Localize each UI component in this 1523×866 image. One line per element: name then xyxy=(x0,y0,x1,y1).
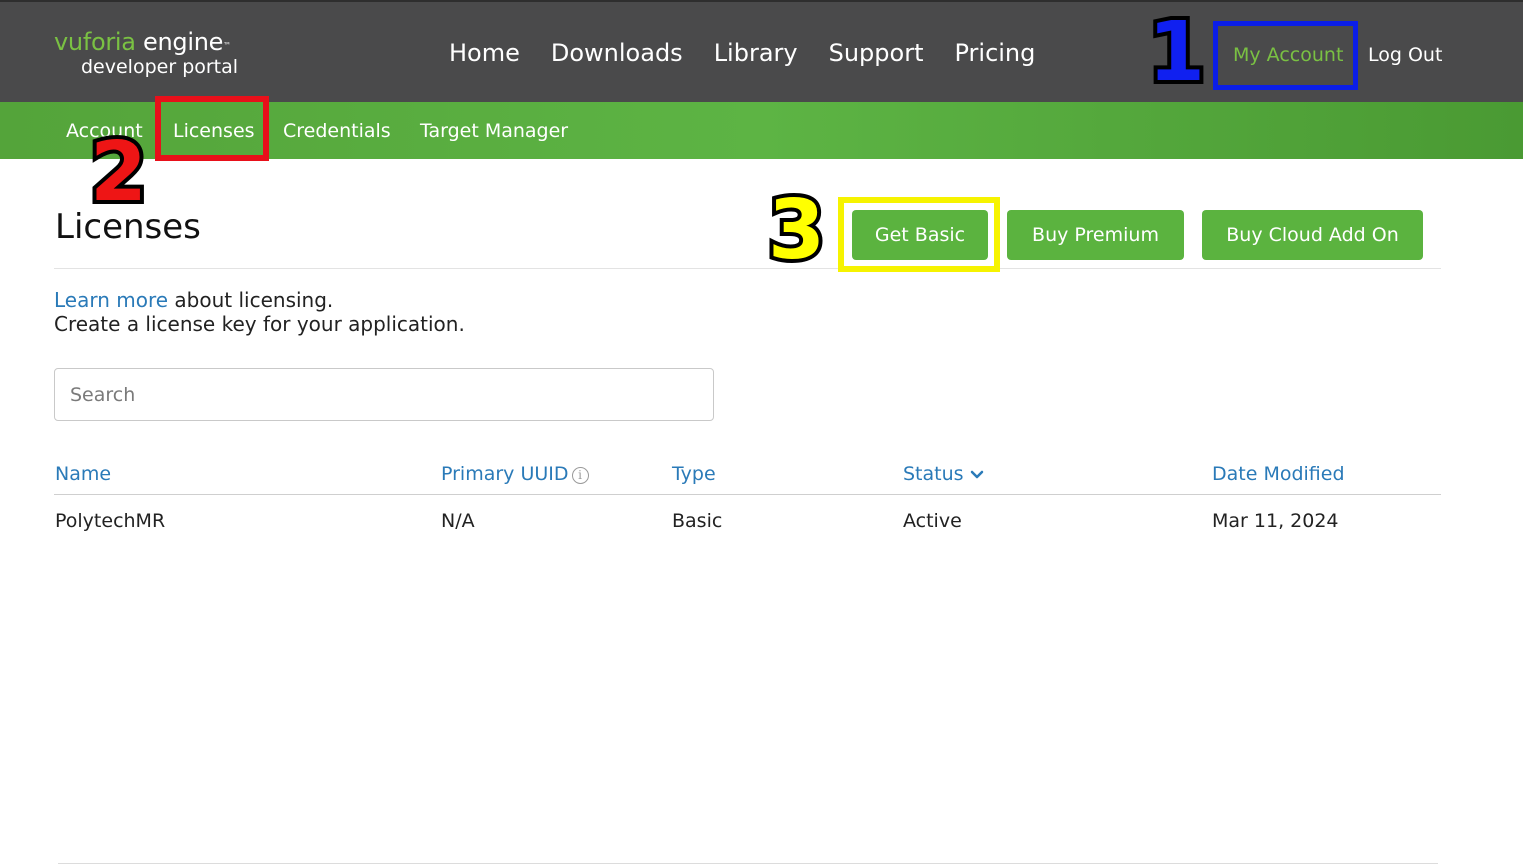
logo-tm-mark-2: ™ xyxy=(223,41,231,50)
nav-library[interactable]: Library xyxy=(714,38,798,68)
nav-pricing[interactable]: Pricing xyxy=(954,38,1035,68)
annotation-number-1: 1 xyxy=(1144,5,1209,100)
cell-type: Basic xyxy=(672,510,723,532)
footer-divider xyxy=(58,863,1438,864)
cell-name[interactable]: PolytechMR xyxy=(55,509,165,533)
column-header-primary-uuid[interactable]: Primary UUID i xyxy=(441,462,589,486)
buy-premium-button[interactable]: Buy Premium xyxy=(1007,210,1184,260)
logo-product: engine xyxy=(143,28,224,56)
column-header-primary-uuid-label: Primary UUID xyxy=(441,463,569,485)
top-header: vuforia™ engine™ developer portal Home D… xyxy=(0,0,1523,102)
my-account-link[interactable]: My Account xyxy=(1233,44,1343,66)
log-out-link[interactable]: Log Out xyxy=(1368,44,1442,66)
subnav-credentials[interactable]: Credentials xyxy=(283,119,391,143)
column-header-type[interactable]: Type xyxy=(672,462,716,486)
subnav-licenses[interactable]: Licenses xyxy=(173,119,255,143)
column-header-status[interactable]: Status xyxy=(903,462,984,486)
get-basic-button[interactable]: Get Basic xyxy=(852,210,988,260)
annotation-number-3: 3 xyxy=(764,183,829,278)
intro-text: Learn more about licensing. Create a lic… xyxy=(54,288,465,336)
main-nav: Home Downloads Library Support Pricing xyxy=(449,38,1066,68)
subnav-target-manager[interactable]: Target Manager xyxy=(420,119,568,143)
logo-subtitle: developer portal xyxy=(81,56,239,78)
sub-nav: Account Licenses Credentials Target Mana… xyxy=(0,102,1523,159)
cell-uuid: N/A xyxy=(441,510,475,532)
cell-date-modified: Mar 11, 2024 xyxy=(1212,510,1339,532)
nav-home[interactable]: Home xyxy=(449,38,520,68)
info-icon[interactable]: i xyxy=(571,467,589,484)
buy-cloud-add-on-button[interactable]: Buy Cloud Add On xyxy=(1202,210,1423,260)
column-header-status-label: Status xyxy=(903,463,964,485)
intro-about: about licensing. xyxy=(168,288,334,312)
annotation-number-2: 2 xyxy=(86,125,151,220)
intro-line2: Create a license key for your applicatio… xyxy=(54,312,465,336)
search-input[interactable] xyxy=(54,368,714,421)
column-header-date-modified[interactable]: Date Modified xyxy=(1212,462,1345,486)
cell-status: Active xyxy=(903,510,962,532)
vuforia-logo[interactable]: vuforia™ engine™ developer portal xyxy=(54,28,238,78)
table-header-divider xyxy=(54,494,1441,495)
learn-more-link[interactable]: Learn more xyxy=(54,288,168,312)
chevron-down-icon xyxy=(970,470,983,478)
nav-support[interactable]: Support xyxy=(829,38,924,68)
column-header-name[interactable]: Name xyxy=(55,462,111,486)
nav-downloads[interactable]: Downloads xyxy=(551,38,683,68)
logo-brand: vuforia xyxy=(54,28,136,56)
title-divider xyxy=(54,268,1441,269)
